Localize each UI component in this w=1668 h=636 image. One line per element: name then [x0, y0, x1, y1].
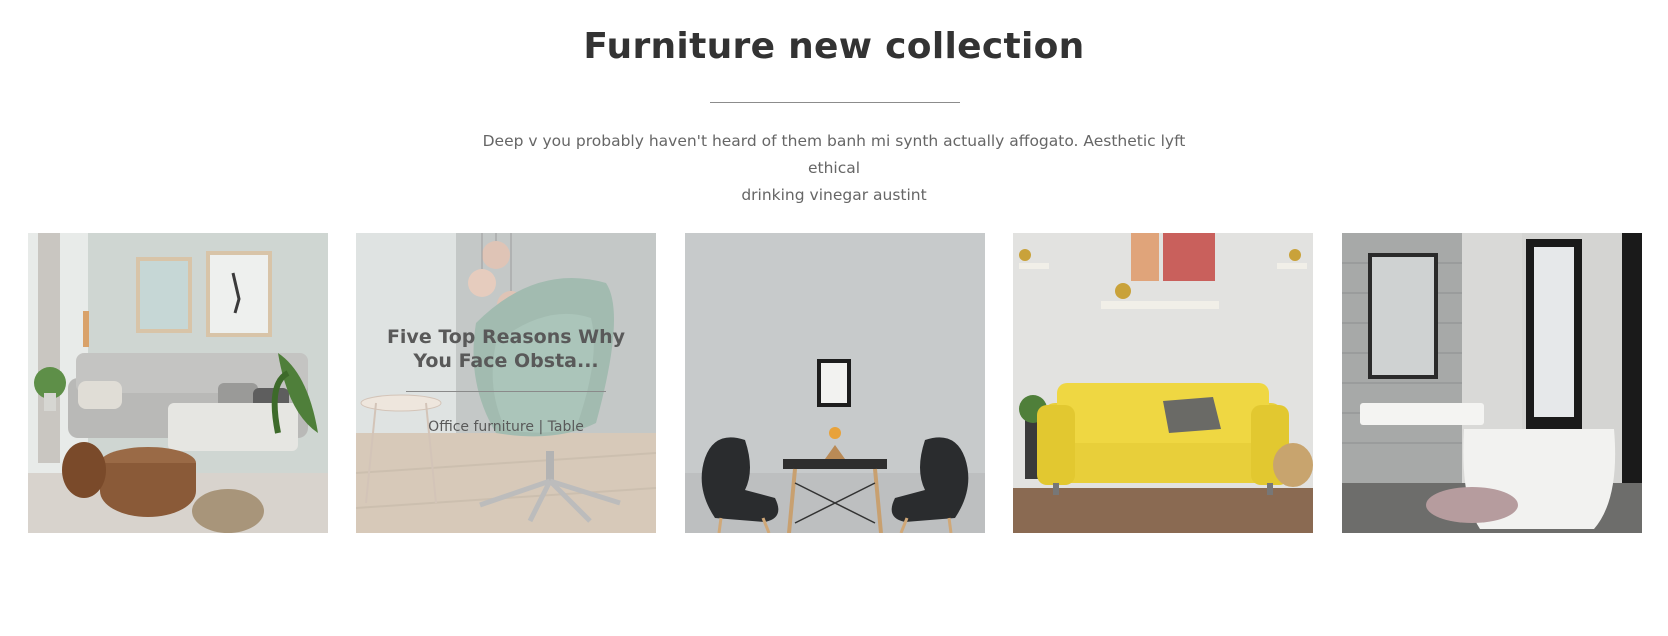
- yellow-sofa-image: [1013, 233, 1313, 533]
- hover-overlay[interactable]: Five Top Reasons Why You Face Obsta... O…: [356, 233, 656, 533]
- section-description: Deep v you probably haven't heard of the…: [460, 128, 1208, 209]
- gallery-item-bathroom[interactable]: [1342, 233, 1642, 533]
- living-room-image: [28, 233, 328, 533]
- gallery-item-living-room[interactable]: [28, 233, 328, 533]
- tag-link[interactable]: Table: [548, 419, 584, 435]
- section-title: Furniture new collection: [583, 26, 1085, 67]
- category-separator: |: [538, 419, 544, 435]
- gallery-item-lounge-chair[interactable]: Five Top Reasons Why You Face Obsta... O…: [356, 233, 656, 533]
- dining-table-image: [685, 233, 985, 533]
- description-line-2: drinking vinegar austint: [741, 186, 927, 204]
- overlay-title-line-2: You Face Obsta...: [413, 350, 599, 372]
- bathroom-image: [1342, 233, 1642, 533]
- category-link[interactable]: Office furniture: [428, 419, 534, 435]
- gallery-item-dining-table[interactable]: [685, 233, 985, 533]
- overlay-post-title[interactable]: Five Top Reasons Why You Face Obsta...: [376, 325, 636, 373]
- overlay-categories: Office furniture | Table: [356, 419, 656, 435]
- title-divider: [710, 102, 960, 103]
- gallery-item-yellow-sofa[interactable]: [1013, 233, 1313, 533]
- description-line-1: Deep v you probably haven't heard of the…: [482, 132, 1186, 177]
- overlay-title-line-1: Five Top Reasons Why: [386, 326, 626, 348]
- overlay-divider: [406, 391, 606, 392]
